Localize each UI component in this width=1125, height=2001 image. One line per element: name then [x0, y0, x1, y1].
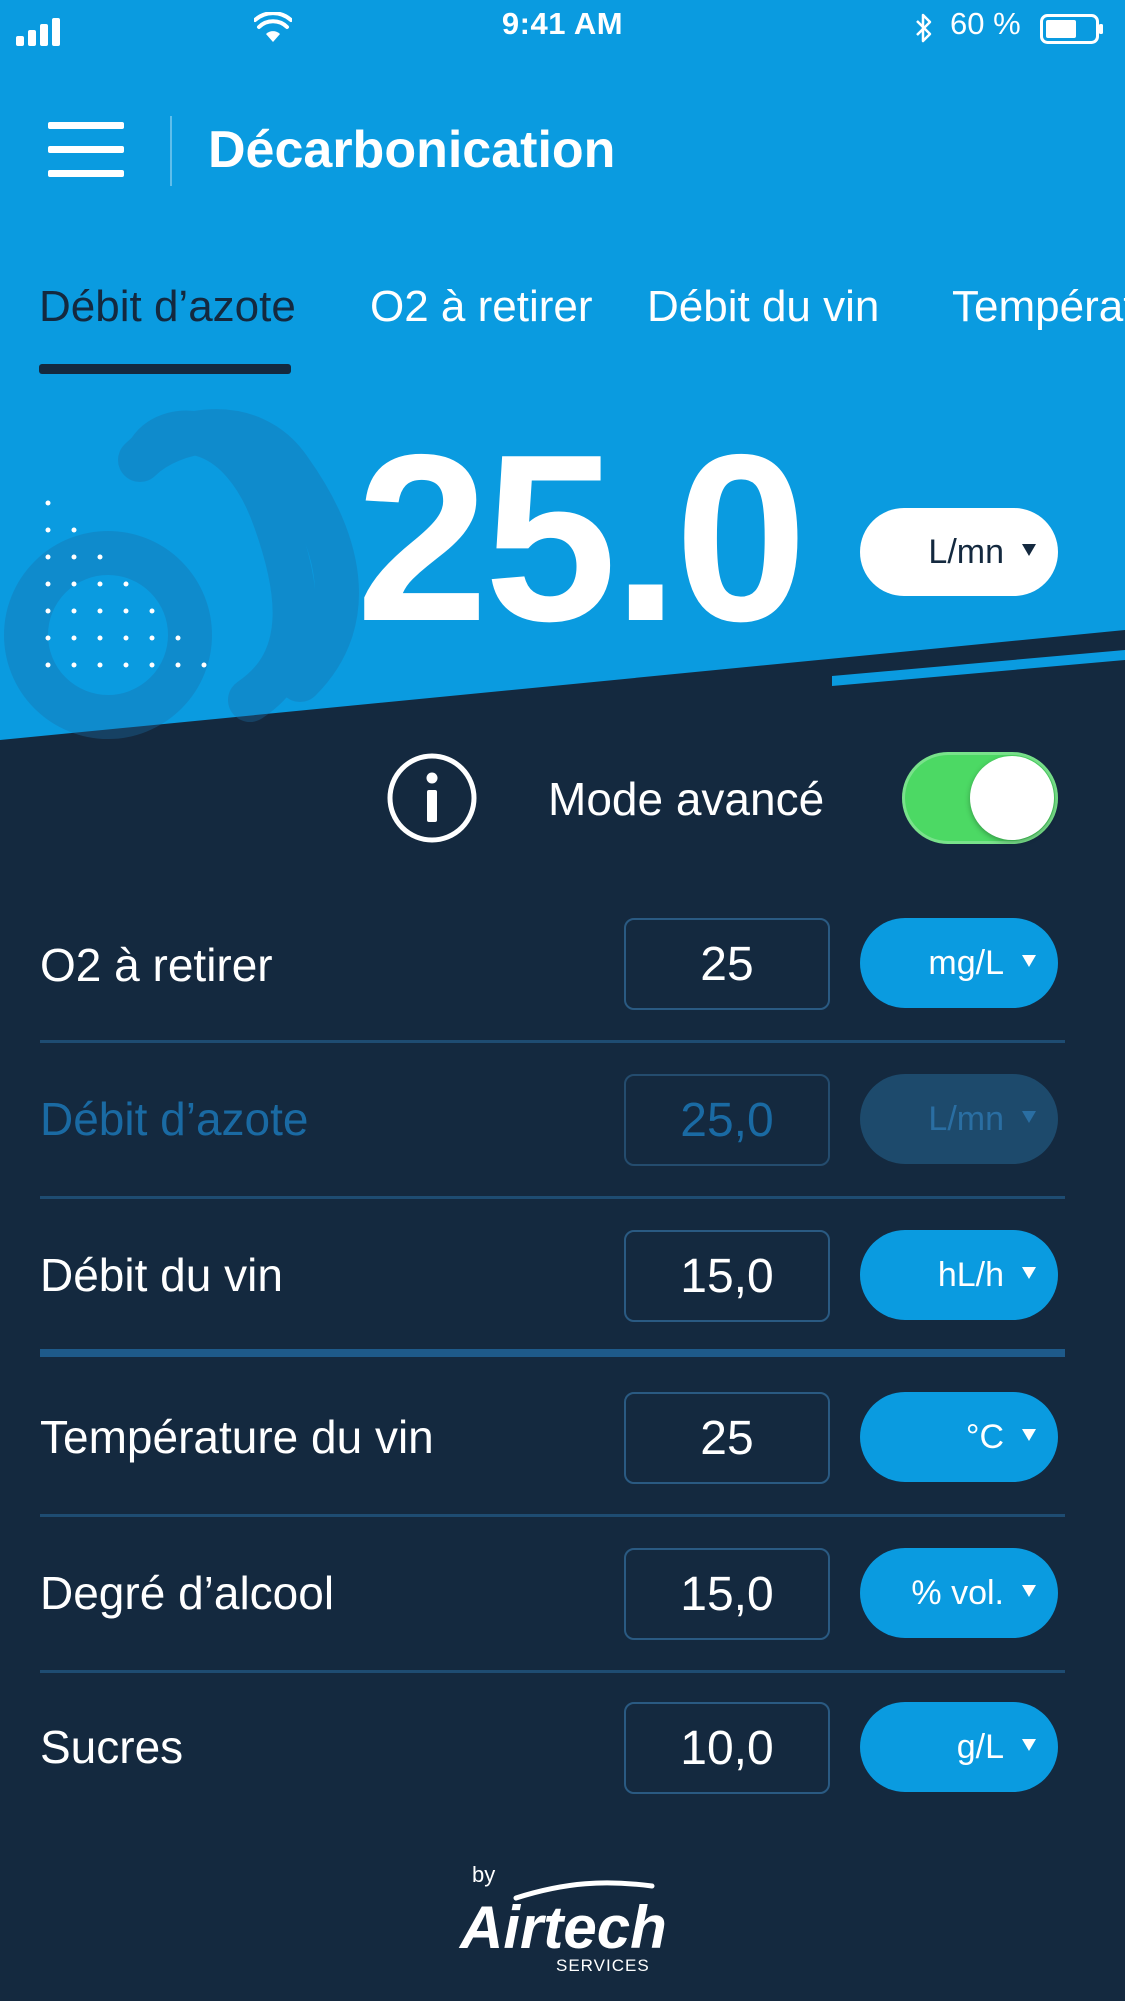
- row-divider: [40, 1514, 1065, 1517]
- toggle-knob: [970, 756, 1054, 840]
- unit-label: % vol.: [911, 1573, 1004, 1612]
- param-row-o2: O2 à retirer 25 mg/L: [0, 896, 1125, 1046]
- bluetooth-icon: [916, 13, 932, 43]
- param-label: Degré d’alcool: [40, 1567, 335, 1619]
- airtech-logo: Airtech SERVICES: [458, 1880, 667, 1975]
- param-row-temperature: Température du vin 25 °C: [0, 1370, 1125, 1520]
- unit-label: g/L: [956, 1727, 1004, 1766]
- battery-icon: [1040, 14, 1103, 44]
- caret-down-icon: [1022, 544, 1036, 556]
- active-tab-indicator: [39, 364, 291, 374]
- logo-brand: Airtech: [458, 1894, 667, 1961]
- main-unit-dropdown[interactable]: L/mn: [860, 508, 1058, 596]
- param-row-debit-azote: Débit d’azote 25,0 L/mn: [0, 1052, 1125, 1202]
- unit-label: mg/L: [928, 943, 1004, 982]
- tab-debit-du-vin[interactable]: Débit du vin: [647, 282, 879, 332]
- alcool-unit-dropdown[interactable]: % vol.: [860, 1548, 1058, 1638]
- sucres-unit-dropdown[interactable]: g/L: [860, 1702, 1058, 1792]
- menu-icon[interactable]: [48, 122, 124, 178]
- o2-input[interactable]: 25: [624, 918, 830, 1010]
- unit-label: L/mn: [928, 1099, 1004, 1138]
- param-label: Température du vin: [40, 1411, 434, 1463]
- caret-down-icon: [1022, 1429, 1036, 1441]
- alcool-input[interactable]: 15,0: [624, 1548, 830, 1640]
- info-icon[interactable]: [386, 752, 478, 844]
- section-divider: [40, 1349, 1065, 1357]
- caret-down-icon: [1022, 1585, 1036, 1597]
- logo-sub: SERVICES: [556, 1956, 650, 1975]
- main-value: 25.0: [356, 406, 807, 671]
- row-divider: [40, 1670, 1065, 1673]
- param-row-debit-vin: Débit du vin 15,0 hL/h: [0, 1208, 1125, 1358]
- tab-temperature[interactable]: Températ: [952, 282, 1125, 332]
- page-title: Décarbonication: [208, 121, 616, 179]
- unit-label: hL/h: [937, 1255, 1004, 1294]
- header-divider: [170, 116, 172, 186]
- tab-debit-azote[interactable]: Débit d’azote: [39, 282, 296, 332]
- unit-label: °C: [965, 1417, 1004, 1456]
- param-row-alcool: Degré d’alcool 15,0 % vol.: [0, 1526, 1125, 1676]
- temperature-input[interactable]: 25: [624, 1392, 830, 1484]
- tab-o2-a-retirer[interactable]: O2 à retirer: [370, 282, 593, 332]
- param-label: Sucres: [40, 1721, 184, 1773]
- accent-stripe: [832, 650, 1125, 686]
- row-divider: [40, 1196, 1065, 1199]
- caret-down-icon: [1022, 1111, 1036, 1123]
- temperature-unit-dropdown[interactable]: °C: [860, 1392, 1058, 1482]
- param-row-sucres: Sucres 10,0 g/L: [0, 1680, 1125, 1830]
- debit-vin-input[interactable]: 15,0: [624, 1230, 830, 1322]
- caret-down-icon: [1022, 955, 1036, 967]
- debit-azote-input: 25,0: [624, 1074, 830, 1166]
- param-label: Débit d’azote: [40, 1093, 309, 1145]
- param-label: Débit du vin: [40, 1249, 283, 1301]
- advanced-mode-label: Mode avancé: [548, 773, 825, 825]
- debit-vin-unit-dropdown[interactable]: hL/h: [860, 1230, 1058, 1320]
- debit-azote-unit-dropdown: L/mn: [860, 1074, 1058, 1164]
- caret-down-icon: [1022, 1267, 1036, 1279]
- advanced-mode-toggle[interactable]: [902, 752, 1058, 844]
- o2-unit-dropdown[interactable]: mg/L: [860, 918, 1058, 1008]
- main-unit-label: L/mn: [928, 532, 1004, 571]
- battery-percentage: 60 %: [950, 6, 1021, 41]
- sucres-input[interactable]: 10,0: [624, 1702, 830, 1794]
- row-divider: [40, 1040, 1065, 1043]
- param-label: O2 à retirer: [40, 939, 273, 991]
- caret-down-icon: [1022, 1739, 1036, 1751]
